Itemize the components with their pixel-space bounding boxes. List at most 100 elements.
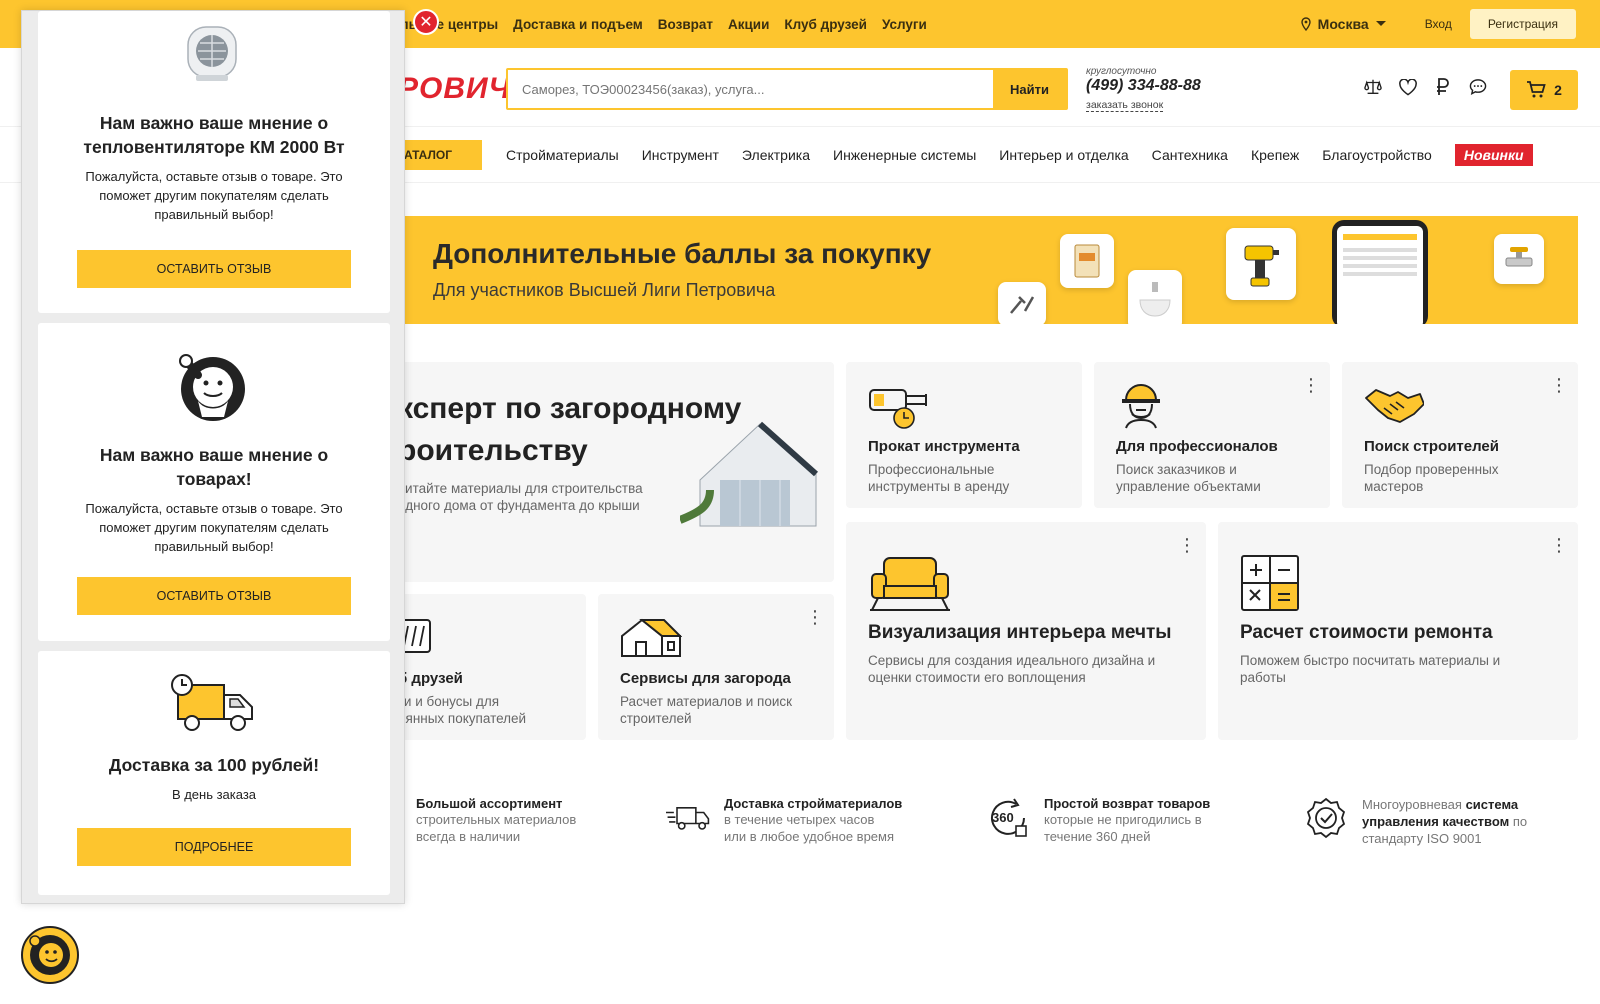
feature-assortment: Большой ассортимент строительных материа… [416, 796, 576, 845]
banner-product-valve [1494, 234, 1544, 284]
popup2-desc-line1: Пожалуйста, оставьте отзыв о товаре. Это [85, 501, 343, 516]
compare-scales-icon[interactable] [1364, 78, 1382, 96]
topnav-return[interactable]: Возврат [658, 17, 713, 32]
catnav-fasteners[interactable]: Крепеж [1251, 147, 1299, 163]
feature-assortment-title: Большой ассортимент [416, 796, 563, 811]
catnav-plumbing[interactable]: Сантехника [1152, 147, 1228, 163]
builders-desc-line2: мастеров [1364, 479, 1424, 494]
builder-helmet-icon [1122, 384, 1160, 429]
friends-desc-line2: оянных покупателей [398, 711, 527, 726]
handshake-icon [1365, 389, 1424, 423]
expert-desc-line2: одного дома от фундамента до крыши [398, 498, 640, 513]
catalog-button[interactable]: АТАЛОГ [398, 140, 482, 170]
popup2-title-line1: Нам важно ваше мнение о [99, 445, 329, 465]
card-tool-rental[interactable]: Прокат инструмента Профессиональные инст… [846, 362, 1082, 508]
search-button[interactable]: Найти [993, 70, 1066, 108]
builders-title: Поиск строителей [1364, 438, 1499, 455]
popup1-title-line2: тепловентиляторе КМ 2000 Вт [83, 137, 345, 157]
topnav-promo[interactable]: Акции [728, 17, 769, 32]
topnav-services[interactable]: Услуги [882, 17, 927, 32]
return-360-icon: 360 [986, 796, 1030, 840]
feature-delivery-desc1: в течение четырех часов [724, 812, 875, 827]
card-menu-dots[interactable]: ⋮ [1550, 536, 1568, 554]
promo-banner[interactable]: Дополнительные баллы за покупку Для учас… [398, 216, 1578, 324]
phone-block: круглосуточно (499) 334-88-88 заказать з… [1086, 66, 1201, 113]
viz-desc-line1: Сервисы для создания идеального дизайна … [868, 653, 1156, 668]
banner-subtitle: Для участников Высшей Лиги Петровича [433, 280, 776, 300]
popup1-desc-line3: правильный выбор! [154, 207, 274, 222]
card-professionals[interactable]: ⋮ Для профессионалов Поиск заказчиков и … [1094, 362, 1330, 508]
catnav-landscaping[interactable]: Благоустройство [1322, 147, 1432, 163]
rental-title: Прокат инструмента [868, 438, 1020, 455]
popup2-desc-line3: правильный выбор! [154, 539, 274, 554]
card-friends-club[interactable]: б друзей ки и бонусы для оянных покупате… [398, 594, 586, 740]
banner-product-drill [1226, 228, 1296, 300]
register-button[interactable]: Регистрация [1469, 9, 1576, 39]
top-right: Москва Вход Регистрация [1300, 0, 1576, 48]
header-icons [1364, 78, 1487, 96]
catnav-building-materials[interactable]: Стройматериалы [506, 147, 619, 163]
feature-assortment-desc2: всегда в наличии [416, 829, 521, 844]
location-pin-icon [1300, 17, 1311, 31]
catalog-nav: Стройматериалы Инструмент Электрика Инже… [506, 142, 1533, 168]
quality-badge-icon [1304, 796, 1348, 840]
country-title: Сервисы для загорода [620, 670, 791, 687]
city-name: Москва [1317, 16, 1369, 32]
popup1-title-line1: Нам важно ваше мнение о [99, 113, 329, 133]
login-link[interactable]: Вход [1425, 17, 1452, 31]
viz-title: Визуализация интерьера мечты [868, 622, 1172, 643]
phone-number[interactable]: (499) 334-88-88 [1086, 77, 1201, 95]
leave-review-button-2[interactable]: ОСТАВИТЬ ОТЗЫВ [77, 577, 351, 615]
card-country-services[interactable]: ⋮ Сервисы для загорода Расчет материалов… [598, 594, 834, 740]
card-expert[interactable]: ксперт по загородному роительству читайт… [398, 362, 834, 582]
catnav-engineering[interactable]: Инженерные системы [833, 147, 976, 163]
card-repair-calc[interactable]: ⋮ Расчет стоимости ремонта Поможем быстр… [1218, 522, 1578, 740]
heart-icon[interactable] [1399, 78, 1417, 96]
top-nav: льные центры Доставка и подъем Возврат А… [400, 0, 927, 48]
feature-return-desc2: течение 360 дней [1044, 829, 1151, 844]
banner-product-box [1060, 234, 1114, 288]
mascot-chat-button[interactable] [21, 926, 79, 984]
city-selector[interactable]: Москва [1300, 16, 1387, 32]
leave-review-button-1[interactable]: ОСТАВИТЬ ОТЗЫВ [77, 250, 351, 288]
popup-card-heater-review: Нам важно ваше мнение о тепловентиляторе… [38, 11, 390, 313]
calc-desc-line2: работы [1240, 670, 1286, 685]
card-menu-dots[interactable]: ⋮ [1550, 376, 1568, 394]
expert-desc-line1: читайте материалы для строительства [398, 481, 643, 496]
card-interior-visualization[interactable]: ⋮ Визуализация интерьера мечты Сервисы д… [846, 522, 1206, 740]
catnav-electrics[interactable]: Электрика [742, 147, 810, 163]
popup2-desc-line2: поможет другим покупателям сделать [99, 520, 329, 535]
topnav-club[interactable]: Клуб друзей [784, 17, 867, 32]
topnav-delivery[interactable]: Доставка и подъем [513, 17, 643, 32]
ruble-icon[interactable] [1434, 78, 1452, 96]
feature-return-title: Простой возврат товаров [1044, 796, 1211, 811]
pro-desc-line1: Поиск заказчиков и [1116, 462, 1237, 477]
card-menu-dots[interactable]: ⋮ [806, 608, 824, 626]
cart-button[interactable]: 2 [1510, 70, 1578, 110]
cart-count: 2 [1554, 82, 1562, 98]
search-input[interactable] [508, 70, 993, 108]
viz-desc-line2: оценки стоимости его воплощения [868, 670, 1086, 685]
card-find-builders[interactable]: ⋮ Поиск строителей Подбор проверенных ма… [1342, 362, 1578, 508]
drill-clock-icon [869, 389, 927, 429]
new-items-badge[interactable]: Новинки [1454, 144, 1533, 166]
card-menu-dots[interactable]: ⋮ [1302, 376, 1320, 394]
house-image [680, 421, 818, 527]
close-icon[interactable]: ✕ [413, 9, 439, 35]
feature-return: 360 Простой возврат товаров которые не п… [986, 796, 1210, 845]
callback-link[interactable]: заказать звонок [1086, 99, 1164, 112]
chevron-down-icon [1375, 21, 1386, 26]
card-menu-dots[interactable]: ⋮ [1178, 536, 1196, 554]
banner-product-tools [998, 282, 1046, 324]
cart-icon [1527, 81, 1546, 98]
delivery-truck-icon [666, 796, 710, 840]
more-details-button[interactable]: ПОДРОБНЕЕ [77, 828, 351, 866]
rental-desc-line1: Профессиональные [868, 462, 995, 477]
return-360-badge: 360 [992, 810, 1014, 825]
chat-icon[interactable] [1469, 78, 1487, 96]
logo[interactable]: РОВИЧ [398, 72, 511, 106]
catnav-interior[interactable]: Интерьер и отделка [999, 147, 1128, 163]
search-box: Найти [506, 68, 1068, 110]
catnav-tools[interactable]: Инструмент [642, 147, 719, 163]
mascot-waving-icon [179, 354, 245, 421]
